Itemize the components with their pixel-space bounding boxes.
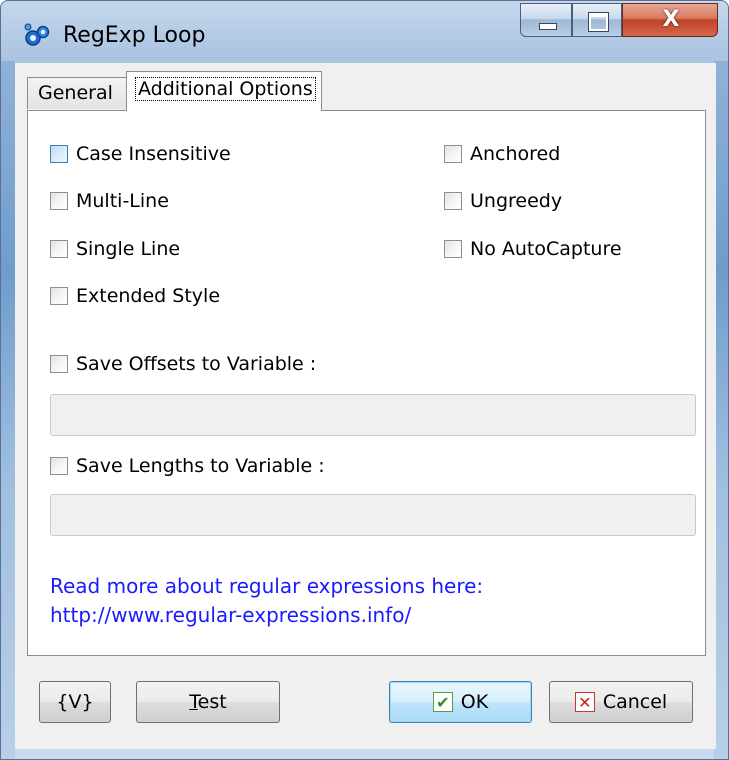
single-line-checkbox[interactable]: Single Line bbox=[50, 236, 180, 262]
ok-button[interactable]: ✔ OK bbox=[389, 681, 532, 723]
variables-button-label: {V} bbox=[56, 691, 94, 713]
checkbox-box[interactable] bbox=[50, 457, 68, 475]
caption-buttons: X bbox=[520, 3, 720, 37]
window-frame-right bbox=[714, 61, 728, 759]
extended-style-checkbox[interactable]: Extended Style bbox=[50, 283, 220, 309]
test-button[interactable]: Test bbox=[136, 681, 280, 723]
close-button[interactable]: X bbox=[622, 3, 718, 37]
checkbox-box[interactable] bbox=[444, 145, 462, 163]
checkbox-label: Anchored bbox=[470, 143, 561, 165]
dialog-window: RegExp Loop X General Additional Options bbox=[0, 0, 729, 760]
additional-options-panel: Case Insensitive Multi-Line Single Line … bbox=[27, 110, 706, 656]
save-offsets-checkbox[interactable]: Save Offsets to Variable : bbox=[50, 351, 316, 377]
checkbox-box[interactable] bbox=[50, 145, 68, 163]
minimize-button[interactable] bbox=[520, 3, 572, 37]
window-title: RegExp Loop bbox=[63, 23, 206, 48]
regular-expressions-link[interactable]: http://www.regular-expressions.info/ bbox=[50, 601, 411, 629]
checkbox-label: Save Lengths to Variable : bbox=[76, 455, 325, 477]
no-autocapture-checkbox[interactable]: No AutoCapture bbox=[444, 236, 622, 262]
tab-general[interactable]: General bbox=[27, 77, 127, 109]
checkbox-box[interactable] bbox=[444, 240, 462, 258]
checkbox-label: Multi-Line bbox=[76, 190, 169, 212]
anchored-checkbox[interactable]: Anchored bbox=[444, 141, 560, 167]
checkbox-box[interactable] bbox=[50, 192, 68, 210]
tab-strip: General Additional Options bbox=[15, 63, 716, 111]
ungreedy-checkbox[interactable]: Ungreedy bbox=[444, 188, 562, 214]
checkbox-label: Ungreedy bbox=[470, 190, 563, 212]
close-icon: X bbox=[662, 7, 680, 32]
info-text[interactable]: Read more about regular expressions here… bbox=[50, 572, 483, 600]
maximize-icon bbox=[588, 12, 609, 32]
checkbox-label: Extended Style bbox=[76, 285, 221, 307]
checkbox-box[interactable] bbox=[444, 192, 462, 210]
x-icon: ✕ bbox=[574, 692, 595, 712]
tab-additional-options[interactable]: Additional Options bbox=[126, 71, 322, 111]
multi-line-checkbox[interactable]: Multi-Line bbox=[50, 188, 169, 214]
maximize-button[interactable] bbox=[572, 3, 622, 37]
save-lengths-checkbox[interactable]: Save Lengths to Variable : bbox=[50, 453, 325, 479]
app-icon bbox=[24, 23, 50, 46]
test-button-label: Test bbox=[189, 691, 227, 713]
checkbox-label: Single Line bbox=[76, 238, 181, 260]
save-offsets-variable-input[interactable] bbox=[50, 394, 696, 436]
cancel-button[interactable]: ✕ Cancel bbox=[549, 681, 693, 723]
checkbox-box[interactable] bbox=[50, 287, 68, 305]
dialog-client-area: General Additional Options Case Insensit… bbox=[15, 63, 716, 749]
check-icon: ✔ bbox=[432, 692, 453, 712]
ok-button-label: OK bbox=[460, 691, 489, 713]
checkbox-box[interactable] bbox=[50, 355, 68, 373]
checkbox-label: No AutoCapture bbox=[470, 238, 622, 260]
checkbox-label: Case Insensitive bbox=[76, 143, 231, 165]
checkbox-label: Save Offsets to Variable : bbox=[76, 353, 317, 375]
checkbox-box[interactable] bbox=[50, 240, 68, 258]
window-frame-left bbox=[1, 61, 15, 759]
variables-button[interactable]: {V} bbox=[39, 681, 111, 723]
cancel-button-label: Cancel bbox=[602, 691, 668, 713]
title-bar[interactable]: RegExp Loop X bbox=[1, 1, 728, 63]
save-lengths-variable-input[interactable] bbox=[50, 494, 696, 536]
tab-additional-options-label: Additional Options bbox=[135, 77, 316, 101]
case-insensitive-checkbox[interactable]: Case Insensitive bbox=[50, 141, 231, 167]
minimize-icon bbox=[539, 23, 557, 30]
